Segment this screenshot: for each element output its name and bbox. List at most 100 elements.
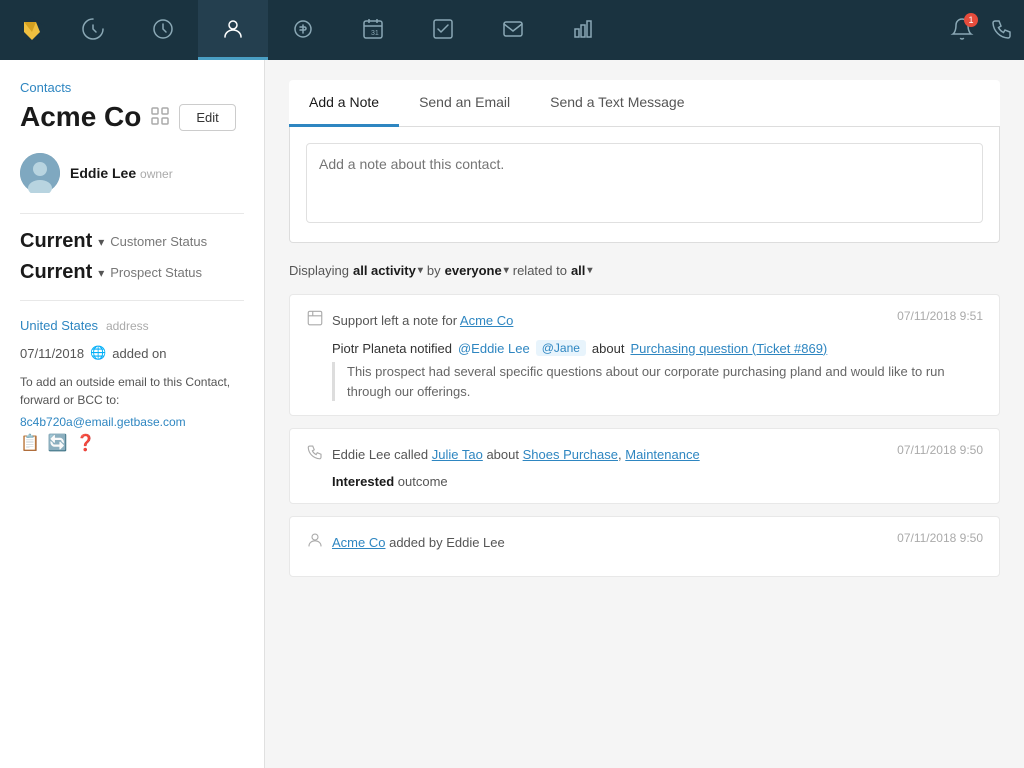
mention-eddie[interactable]: @Eddie Lee — [458, 341, 530, 356]
tab-send-text[interactable]: Send a Text Message — [530, 80, 704, 127]
filter-all-dropdown[interactable]: all ▾ — [571, 263, 593, 278]
avatar — [20, 153, 60, 193]
tab-send-email[interactable]: Send an Email — [399, 80, 530, 127]
svg-text:31: 31 — [371, 30, 379, 37]
address-row: United States address — [20, 317, 244, 333]
maintenance-link[interactable]: Maintenance — [625, 447, 699, 462]
nav-items: 31 — [58, 0, 950, 60]
edit-button[interactable]: Edit — [179, 104, 235, 131]
note-input[interactable] — [306, 143, 983, 223]
filter-all-arrow: ▾ — [587, 265, 592, 276]
nav-right: 1 — [950, 17, 1014, 44]
activity-body-2: Interested outcome — [332, 474, 983, 489]
date-row: 07/11/2018 🌐 added on — [20, 345, 244, 361]
prospect-status-row: Current ▾ Prospect Status — [20, 261, 244, 284]
activity-header: Support left a note for Acme Co 07/11/20… — [306, 309, 983, 332]
filter-related-label: related to — [513, 263, 567, 278]
customer-status-sub: Customer Status — [110, 234, 207, 249]
nav-reports[interactable] — [548, 0, 618, 60]
page-title: Acme Co — [20, 101, 141, 133]
breadcrumb[interactable]: Contacts — [20, 80, 244, 95]
filter-all-label: all — [571, 263, 585, 278]
activity-tabs: Add a Note Send an Email Send a Text Mes… — [289, 80, 1000, 127]
mention-jane[interactable]: @Jane — [536, 340, 586, 356]
prospect-status-sub: Prospect Status — [110, 265, 202, 280]
activity-contact-text: Acme Co added by Eddie Lee — [332, 535, 505, 550]
owner-info: Eddie Lee owner — [70, 165, 173, 181]
page-title-row: Acme Co Edit — [20, 101, 244, 133]
filter-everyone-dropdown[interactable]: everyone ▾ — [445, 263, 509, 278]
nav-calendar[interactable]: 31 — [338, 0, 408, 60]
phone-icon — [306, 443, 324, 466]
tab-add-note[interactable]: Add a Note — [289, 80, 399, 127]
top-nav: 31 1 — [0, 0, 1024, 60]
activity-contact-added-left: Acme Co added by Eddie Lee — [306, 531, 505, 554]
activity-body-1: Piotr Planeta notified @Eddie Lee @Jane … — [332, 340, 983, 401]
phone-button[interactable] — [990, 17, 1014, 44]
outcome-label: Interested — [332, 474, 394, 489]
nav-timer[interactable] — [128, 0, 198, 60]
shoes-purchase-link[interactable]: Shoes Purchase — [523, 447, 618, 462]
nav-deals[interactable] — [268, 0, 338, 60]
activity-support-text: Support left a note for Acme Co — [332, 313, 513, 328]
filter-activity-label: all activity — [353, 263, 416, 278]
filter-by-label: by — [427, 263, 441, 278]
mention-body: Piotr Planeta notified @Eddie Lee @Jane … — [332, 340, 983, 356]
activity-call-header: Eddie Lee called Julie Tao about Shoes P… — [306, 443, 983, 466]
address-label: address — [106, 319, 149, 333]
logo[interactable] — [10, 8, 54, 52]
customer-status-dropdown[interactable]: ▾ — [98, 235, 104, 249]
notification-badge: 1 — [964, 13, 978, 27]
filter-row: Displaying all activity ▾ by everyone ▾ … — [289, 263, 1000, 278]
owner-role-label: owner — [140, 167, 173, 181]
activity-header-left: Support left a note for Acme Co — [306, 309, 513, 332]
filter-activity-dropdown[interactable]: all activity ▾ — [353, 263, 423, 278]
notification-text: Piotr Planeta notified — [332, 341, 452, 356]
filter-everyone-label: everyone — [445, 263, 502, 278]
activity-support-note: Support left a note for Acme Co 07/11/20… — [289, 294, 1000, 416]
customer-status-row: Current ▾ Customer Status — [20, 230, 244, 253]
about-label: about — [592, 341, 625, 356]
prospect-status-main: Current — [20, 261, 92, 284]
note-box — [289, 127, 1000, 243]
nav-email[interactable] — [478, 0, 548, 60]
activity-timestamp-3: 07/11/2018 9:50 — [897, 531, 983, 545]
email-address[interactable]: 8c4b720a@email.getbase.com — [20, 415, 244, 429]
note-icon — [306, 309, 324, 332]
sidebar-actions: 📋 🔄 ❓ — [20, 433, 244, 453]
main-layout: Contacts Acme Co Edit — [0, 60, 1024, 768]
refresh-icon[interactable]: 🔄 — [48, 433, 68, 453]
nav-tasks[interactable] — [408, 0, 478, 60]
outcome-sub: outcome — [398, 474, 448, 489]
acme-co-link-2[interactable]: Acme Co — [332, 535, 385, 550]
nav-dashboard[interactable] — [58, 0, 128, 60]
nav-contacts[interactable] — [198, 0, 268, 60]
help-icon[interactable]: ❓ — [76, 433, 96, 453]
contact-icon — [306, 531, 324, 554]
date-label: added on — [112, 346, 166, 361]
activity-contact-added-header: Acme Co added by Eddie Lee 07/11/2018 9:… — [306, 531, 983, 554]
copy-icon[interactable]: 📋 — [20, 433, 40, 453]
notification-button[interactable]: 1 — [950, 17, 974, 44]
activity-call: Eddie Lee called Julie Tao about Shoes P… — [289, 428, 1000, 504]
divider-2 — [20, 300, 244, 301]
address-link[interactable]: United States — [20, 318, 98, 333]
owner-name: Eddie Lee — [70, 165, 136, 181]
email-info: To add an outside email to this Contact,… — [20, 373, 244, 409]
quote-block: This prospect had several specific quest… — [332, 362, 983, 401]
acme-co-link-1[interactable]: Acme Co — [460, 313, 513, 328]
activity-contact-added: Acme Co added by Eddie Lee 07/11/2018 9:… — [289, 516, 1000, 577]
customer-status-main: Current — [20, 230, 92, 253]
activity-timestamp-1: 07/11/2018 9:51 — [897, 309, 983, 323]
ticket-link[interactable]: Purchasing question (Ticket #869) — [630, 341, 827, 356]
activity-timestamp-2: 07/11/2018 9:50 — [897, 443, 983, 457]
date-value: 07/11/2018 — [20, 346, 84, 361]
globe-icon: 🌐 — [90, 345, 106, 361]
julie-tao-link[interactable]: Julie Tao — [432, 447, 483, 462]
grid-icon[interactable] — [151, 107, 169, 128]
outcome-row: Interested outcome — [332, 474, 983, 489]
filter-prefix: Displaying — [289, 263, 349, 278]
filter-everyone-arrow: ▾ — [504, 265, 509, 276]
prospect-status-dropdown[interactable]: ▾ — [98, 266, 104, 280]
divider-1 — [20, 213, 244, 214]
